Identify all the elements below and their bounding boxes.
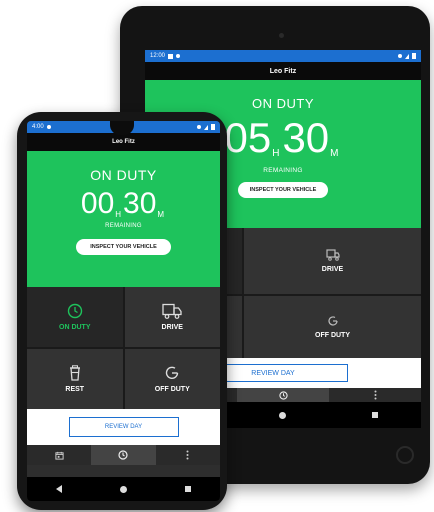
battery-icon [412,53,416,59]
phone-tile-on-duty-label: ON DUTY [59,324,91,331]
more-vertical-icon [186,450,189,460]
notification-icon [168,53,174,59]
battery-icon [211,124,215,130]
phone-tile-rest-label: REST [65,386,85,393]
phone-tile-drive-label: DRIVE [161,324,183,331]
phone-tile-on-duty[interactable]: ON DUTY [27,287,123,347]
phone-tab-more[interactable] [156,445,220,465]
wifi-icon [398,54,402,58]
tablet-tile-off-duty-label: OFF DUTY [315,332,350,339]
clock-icon [278,390,288,400]
home-icon[interactable] [279,411,287,419]
tablet-camera [279,33,284,38]
tablet-app-bar: Leo Fitz [145,62,421,80]
power-refresh-icon [166,366,179,379]
tablet-timer-hours-unit: H [272,148,280,159]
phone-tile-drive[interactable]: DRIVE [124,287,220,347]
phone-bottom-tabs [27,445,220,465]
phone-duty-panel: ON DUTY 00 H 30 M REMAINING INSPECT YOUR… [27,151,220,287]
sync-icon [46,125,51,129]
calendar-icon [55,451,64,460]
tablet-tab-more[interactable] [329,388,421,402]
phone-review-bar: REVIEW DAY [27,409,220,445]
phone-tile-rest[interactable]: REST [27,349,123,409]
tablet-driver-name: Leo Fitz [269,67,297,75]
power-refresh-icon [327,316,338,326]
phone-inspect-vehicle-button[interactable]: INSPECT YOUR VEHICLE [76,239,171,255]
wifi-icon [197,125,201,129]
truck-icon [162,303,182,319]
phone-tile-off-duty-label: OFF DUTY [154,386,190,393]
phone-timer: 00 H 30 M [27,187,220,220]
sync-icon [176,54,181,58]
phone-duty-grid: ON DUTY DRIVE REST OFF DUTY [27,287,220,409]
phone-screen: 4:00 Leo Fitz ON DUTY 00 H 30 M REMAININ… [27,121,220,501]
tablet-inspect-vehicle-button[interactable]: INSPECT YOUR VEHICLE [237,182,329,198]
tablet-status-time: 12:00 [150,53,166,59]
signal-icon [405,53,409,59]
more-vertical-icon [374,390,376,400]
phone-review-day-button[interactable]: REVIEW DAY [68,417,179,437]
phone-tab-clock[interactable] [91,445,156,465]
cup-icon [69,365,80,381]
tablet-timer-minutes-unit: M [330,148,339,159]
phone-remaining-label: REMAINING [105,223,142,229]
tablet-home-button[interactable] [396,446,414,464]
back-icon[interactable] [56,485,62,493]
tablet-tile-off-duty[interactable]: OFF DUTY [244,296,421,358]
phone-system-nav [27,477,220,501]
recent-apps-icon[interactable] [185,486,191,492]
phone-timer-minutes: 30 [123,187,157,220]
tablet-status-bar: 12:00 [145,50,421,62]
phone-timer-hours: 00 [80,187,115,220]
phone-tile-off-duty[interactable]: OFF DUTY [124,349,220,409]
tablet-tile-drive-label: DRIVE [321,266,344,273]
clock-icon [118,450,129,460]
clock-icon [67,303,82,319]
tablet-timer-hours: 05 [224,114,272,161]
phone-app-bar: Leo Fitz [27,133,220,151]
phone-status-time: 4:00 [32,124,44,130]
truck-icon [325,249,340,261]
phone-tab-calendar[interactable] [27,445,91,465]
tablet-duty-status: ON DUTY [252,96,314,111]
phone-timer-minutes-unit: M [157,210,165,219]
home-icon[interactable] [120,485,127,493]
tablet-tab-clock[interactable] [237,388,329,402]
tablet-tile-drive[interactable]: DRIVE [244,228,421,294]
phone-driver-name: Leo Fitz [112,139,135,145]
signal-icon [204,124,208,130]
phone-duty-status: ON DUTY [90,167,157,183]
phone-timer-hours-unit: H [115,210,122,219]
tablet-timer-minutes: 30 [282,114,330,161]
recent-apps-icon[interactable] [372,412,379,418]
